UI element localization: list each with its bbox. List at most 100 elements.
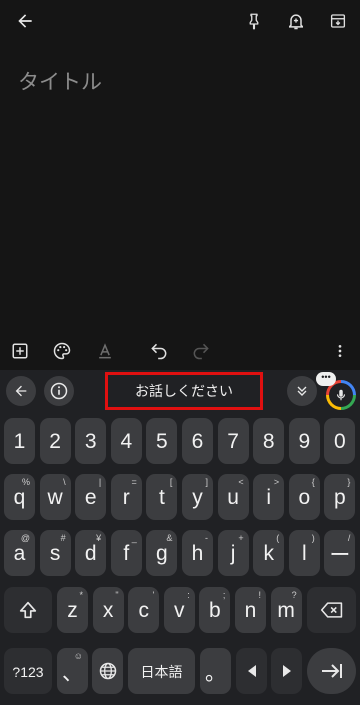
cursor-right-key[interactable] xyxy=(271,648,302,694)
symbols-key[interactable]: ?123 xyxy=(4,648,52,694)
key-label: 8 xyxy=(262,430,275,453)
key-label: j xyxy=(230,542,236,565)
text-format-icon xyxy=(99,343,111,359)
key-n[interactable]: ! n xyxy=(235,587,266,633)
key-label: c xyxy=(138,599,149,622)
key-t[interactable]: [t xyxy=(146,474,178,520)
key-alt-label: ] xyxy=(205,477,208,487)
key-q[interactable]: % q xyxy=(4,474,35,520)
key-s[interactable]: # s xyxy=(39,530,71,576)
arrow-left-icon xyxy=(15,385,27,397)
add-button[interactable] xyxy=(6,337,34,365)
key-label: g xyxy=(156,542,168,565)
key-w[interactable]: \ w xyxy=(39,474,71,520)
archive-button[interactable] xyxy=(322,6,354,36)
collapse-keyboard-button[interactable] xyxy=(287,376,317,406)
key-u[interactable]: < u xyxy=(217,474,249,520)
key-label: 、 xyxy=(62,662,83,685)
key-i[interactable]: > i xyxy=(253,474,285,520)
keyboard-back-button[interactable] xyxy=(6,376,36,406)
backspace-icon xyxy=(320,602,342,618)
reminder-button[interactable] xyxy=(280,6,312,36)
key-y[interactable]: ] y xyxy=(182,474,213,520)
backspace-key[interactable] xyxy=(307,587,356,633)
key-l[interactable]: ) l xyxy=(288,530,320,576)
key-label: 4 xyxy=(120,430,133,453)
key-6[interactable]: 6 xyxy=(182,418,213,464)
shift-key[interactable] xyxy=(4,587,52,633)
background-color-button[interactable] xyxy=(48,337,76,365)
key-8[interactable]: 8 xyxy=(253,418,285,464)
period-key[interactable]: 。 xyxy=(200,648,231,694)
key-label: z xyxy=(67,599,78,622)
key-k[interactable]: (k xyxy=(253,530,285,576)
key-x[interactable]: " x xyxy=(92,587,124,633)
key-d[interactable]: ¥ d xyxy=(75,530,107,576)
key-alt-label: : xyxy=(187,590,190,600)
key-m[interactable]: ? m xyxy=(270,587,302,633)
key-label: 0 xyxy=(334,430,346,453)
key-o[interactable]: {o xyxy=(288,474,320,520)
key-5[interactable]: 5 xyxy=(146,418,178,464)
key-alt-label: ☺ xyxy=(73,651,83,661)
key-label: ?123 xyxy=(12,664,44,680)
key-h[interactable]: -h xyxy=(182,530,213,576)
key-alt-label: - xyxy=(205,533,208,543)
chat-bubble-icon: ••• xyxy=(316,372,336,386)
key-alt-label: ( xyxy=(276,533,280,543)
key-label: n xyxy=(244,599,257,622)
chevron-double-down-icon xyxy=(297,386,307,396)
key-label: p xyxy=(334,486,346,509)
key-e[interactable]: | e xyxy=(75,474,107,520)
key-7[interactable]: 7 xyxy=(217,418,249,464)
pin-button[interactable] xyxy=(238,6,270,36)
key-2[interactable]: 2 xyxy=(39,418,71,464)
key-alt-label: ; xyxy=(222,590,226,600)
cursor-left-key[interactable] xyxy=(236,648,267,694)
key-label: s xyxy=(49,542,61,565)
key-p[interactable]: } p xyxy=(324,474,356,520)
key-9[interactable]: 9 xyxy=(288,418,320,464)
undo-button[interactable] xyxy=(145,337,173,365)
key-alt-label: + xyxy=(238,533,244,543)
key-alt-label: " xyxy=(115,590,119,600)
key-r[interactable]: = r xyxy=(110,474,142,520)
tab-right-icon xyxy=(321,664,342,678)
key-alt-label: ) xyxy=(311,533,315,543)
back-button[interactable] xyxy=(9,6,41,36)
text-format-button[interactable] xyxy=(91,337,119,365)
key-0[interactable]: 0 xyxy=(324,418,356,464)
more-options-button[interactable] xyxy=(326,337,354,365)
speech-prompt-candidate[interactable]: お話しください xyxy=(105,372,263,410)
key-a[interactable]: @ a xyxy=(4,530,35,576)
space-key[interactable]: 日本語 xyxy=(128,648,195,694)
redo-button[interactable] xyxy=(187,337,215,365)
key-label: h xyxy=(191,542,204,565)
key-alt-label: / xyxy=(347,533,351,543)
key-v[interactable]: :v xyxy=(163,587,195,633)
mic-icon xyxy=(336,389,346,401)
comma-key[interactable]: ☺、 xyxy=(57,648,88,694)
key-alt-label: _ xyxy=(131,533,137,543)
key-label: a xyxy=(13,542,26,565)
key-4[interactable]: 4 xyxy=(110,418,142,464)
title-input[interactable] xyxy=(18,66,338,98)
language-switch-key[interactable] xyxy=(92,648,123,694)
note-editor xyxy=(0,42,360,334)
key-ー[interactable]: / ー xyxy=(324,530,356,576)
key-b[interactable]: ; b xyxy=(199,587,231,633)
voice-input-button[interactable]: ••• xyxy=(316,372,358,410)
key-c[interactable]: ' c xyxy=(128,587,160,633)
key-1[interactable]: 1 xyxy=(4,418,35,464)
editor-toolbar xyxy=(0,334,360,368)
key-3[interactable]: 3 xyxy=(75,418,107,464)
key-j[interactable]: + j xyxy=(217,530,249,576)
info-button[interactable] xyxy=(44,376,74,406)
key-label: y xyxy=(192,486,203,509)
key-z[interactable]: * z xyxy=(57,587,88,633)
key-label: 。 xyxy=(205,662,226,685)
enter-key[interactable] xyxy=(307,648,356,694)
key-f[interactable]: _ f xyxy=(110,530,142,576)
key-g[interactable]: & g xyxy=(146,530,178,576)
shift-icon xyxy=(19,601,37,619)
